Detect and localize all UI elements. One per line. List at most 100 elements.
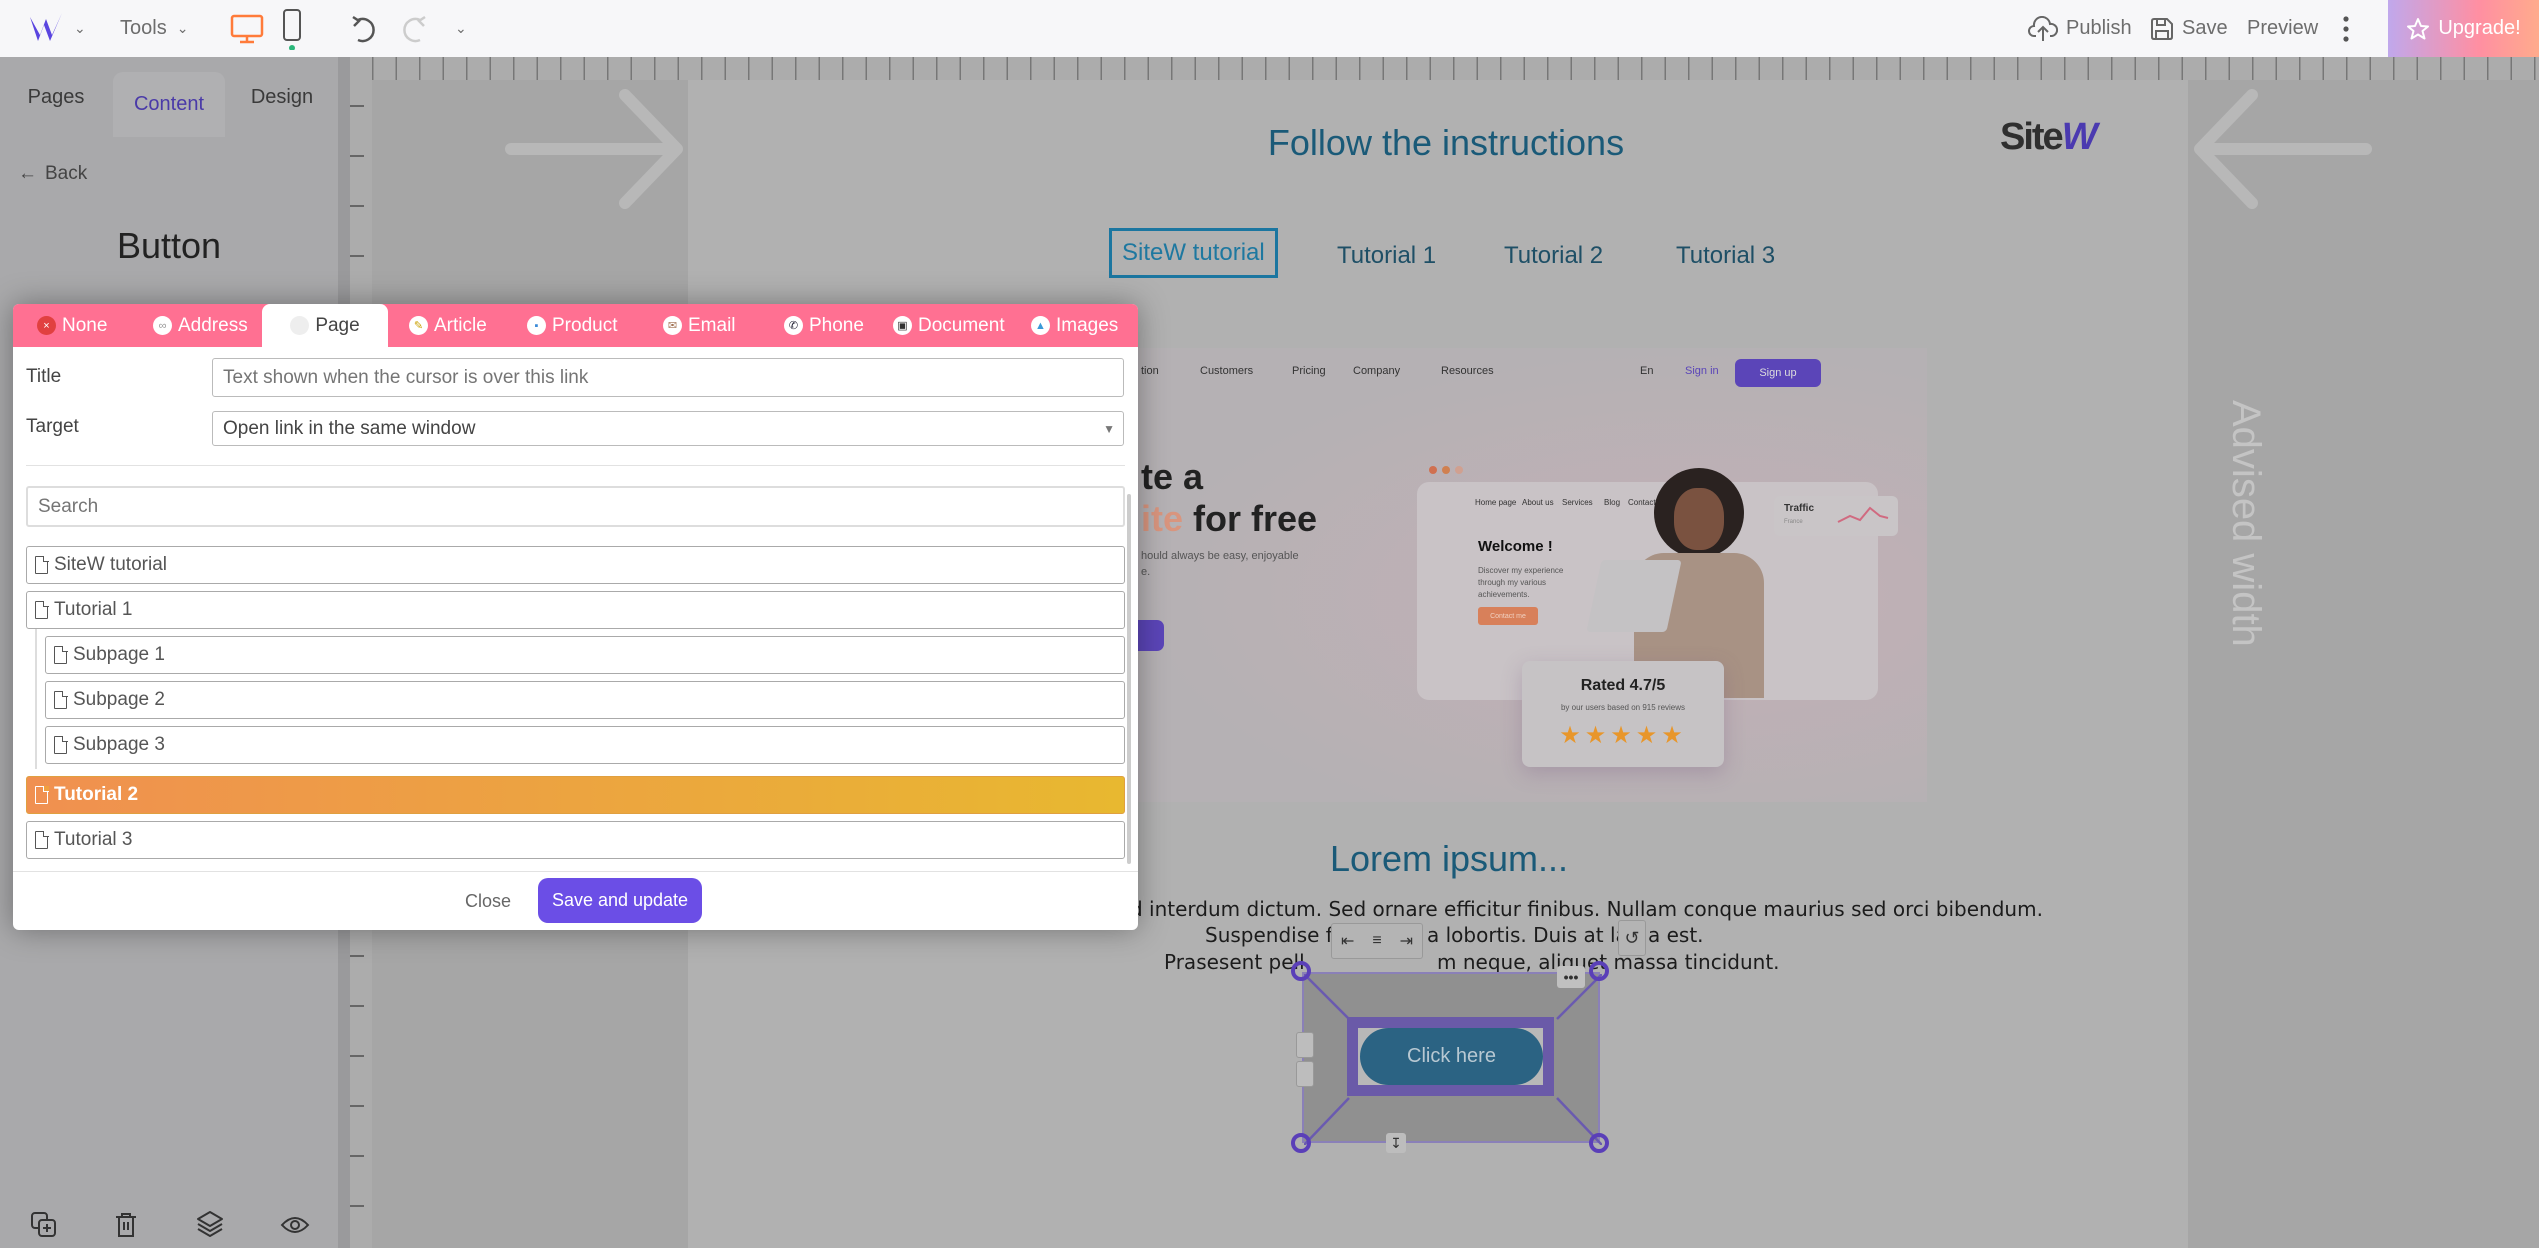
nav-link-sitew-tutorial[interactable]: SiteW tutorial xyxy=(1109,228,1278,278)
chevron-down-icon: ⌄ xyxy=(74,20,86,36)
image-sign-up: Sign up xyxy=(1735,359,1821,387)
click-here-button[interactable]: Click here xyxy=(1360,1028,1543,1085)
tab-label: Design xyxy=(250,85,314,108)
tab-label: Images xyxy=(1056,314,1119,336)
image-mock-nav: About us xyxy=(1522,498,1554,507)
tab-images[interactable]: ▲ Images xyxy=(1031,304,1118,347)
page-heading[interactable]: Follow the instructions xyxy=(1146,122,1746,164)
resize-handle-bottom-right[interactable] xyxy=(1589,1133,1609,1153)
list-scrollbar[interactable] xyxy=(1127,494,1131,864)
top-toolbar: ⌄ Tools ⌄ ⌄ Publish Save Preview Upgrade… xyxy=(0,0,2539,57)
page-item-tutorial-2[interactable]: Tutorial 2 xyxy=(26,776,1125,814)
arrow-left-icon: ← xyxy=(18,163,37,184)
save-button[interactable]: Save xyxy=(2150,0,2228,57)
target-select[interactable]: Open link in the same window ▼ xyxy=(212,411,1124,446)
star-outline-icon xyxy=(2407,17,2430,39)
nav-link-tutorial-3[interactable]: Tutorial 3 xyxy=(1666,234,1785,278)
tab-phone[interactable]: ✆ Phone xyxy=(784,304,864,347)
publish-button[interactable]: Publish xyxy=(2028,0,2132,57)
drag-handle-icon[interactable] xyxy=(1296,1032,1314,1058)
tab-label: Address xyxy=(178,314,248,336)
back-link[interactable]: ← Back xyxy=(18,163,87,185)
rating-stars-icon: ★★★★★ xyxy=(1559,722,1687,749)
close-button[interactable]: Close xyxy=(465,891,511,912)
resize-handle-top-right[interactable] xyxy=(1589,961,1609,981)
tab-content[interactable]: Content xyxy=(113,72,225,137)
image-nav-item: Customers xyxy=(1200,365,1254,377)
page-label: Subpage 3 xyxy=(73,734,165,755)
paragraph-line[interactable]: Prasesent pell xyxy=(1164,950,1305,974)
tab-product[interactable]: ▪ Product xyxy=(527,304,617,347)
align-left-icon[interactable]: ⇤ xyxy=(1341,931,1354,951)
page-item-sitew-tutorial[interactable]: SiteW tutorial xyxy=(26,546,1125,584)
page-item-subpage-2[interactable]: Subpage 2 xyxy=(45,681,1125,719)
align-right-icon[interactable]: ⇥ xyxy=(1400,931,1413,951)
layers-button[interactable] xyxy=(196,1210,224,1245)
cart-icon: ▪ xyxy=(527,316,546,335)
page-icon xyxy=(290,316,310,335)
page-search-input[interactable] xyxy=(26,486,1125,527)
tab-none[interactable]: × None xyxy=(37,304,107,347)
section-title[interactable]: Lorem ipsum... xyxy=(1249,838,1649,880)
tab-document[interactable]: ▣ Document xyxy=(893,304,1005,347)
tab-pages[interactable]: Pages xyxy=(0,57,112,137)
tab-address[interactable]: ∞ Address xyxy=(153,304,248,347)
arrow-right-icon xyxy=(505,89,683,209)
paragraph-line[interactable]: Suspendise f xyxy=(1205,923,1333,947)
paragraph-line[interactable]: a lobortis. Duis at lac xyxy=(1427,923,1639,947)
page-label: SiteW tutorial xyxy=(54,554,167,575)
image-rated-sub: by our users based on 915 reviews xyxy=(1560,703,1686,712)
sitew-logo-menu[interactable]: ⌄ xyxy=(28,0,86,57)
nav-link-tutorial-1[interactable]: Tutorial 1 xyxy=(1327,234,1446,278)
paragraph-line[interactable]: d interdum dictum. Sed ornare efficitur … xyxy=(1130,897,2043,921)
page-item-tutorial-1[interactable]: Tutorial 1 xyxy=(26,591,1125,629)
tab-email[interactable]: ✉ Email xyxy=(663,304,736,347)
element-options-button[interactable]: ••• xyxy=(1557,966,1585,988)
link-dialog: × None ∞ Address Page ✎ Article ▪ Product ✉ E… xyxy=(13,304,1138,930)
tab-design[interactable]: Design xyxy=(226,57,338,137)
mobile-view-button[interactable] xyxy=(282,0,302,57)
image-traffic-label: Traffic xyxy=(1784,503,1815,514)
divider xyxy=(26,465,1125,466)
resize-handle-bottom-left[interactable] xyxy=(1291,1133,1311,1153)
tools-menu[interactable]: Tools ⌄ xyxy=(120,0,188,57)
redo-button[interactable] xyxy=(400,0,428,57)
tab-page[interactable]: Page xyxy=(262,304,388,347)
page-label: Subpage 1 xyxy=(73,644,165,665)
tab-article[interactable]: ✎ Article xyxy=(409,304,487,347)
image-nav-item: Pricing xyxy=(1292,365,1326,377)
delete-button[interactable] xyxy=(114,1211,138,1244)
more-options-button[interactable] xyxy=(2340,0,2352,57)
upgrade-button[interactable]: Upgrade! xyxy=(2388,0,2539,57)
page-item-subpage-1[interactable]: Subpage 1 xyxy=(45,636,1125,674)
page-label: Subpage 2 xyxy=(73,689,165,710)
title-label: Title xyxy=(26,366,62,387)
undo-button[interactable] xyxy=(350,0,378,57)
duplicate-button[interactable] xyxy=(30,1211,58,1244)
phone-icon: ✆ xyxy=(784,316,803,335)
rotate-button[interactable]: ↺ xyxy=(1618,920,1646,956)
image-mock-nav: Home page xyxy=(1475,498,1517,507)
more-horizontal-icon: ••• xyxy=(1563,969,1579,985)
visibility-button[interactable] xyxy=(280,1215,310,1240)
drag-handle-icon[interactable] xyxy=(1296,1061,1314,1087)
file-icon xyxy=(54,690,68,709)
nav-link-tutorial-2[interactable]: Tutorial 2 xyxy=(1494,234,1613,278)
tab-label: Product xyxy=(552,314,618,336)
spacing-handle[interactable]: ↧ xyxy=(1386,1133,1406,1153)
desktop-view-button[interactable] xyxy=(230,0,264,57)
align-center-icon[interactable]: ≡ xyxy=(1372,932,1381,950)
save-label: Save xyxy=(2182,17,2228,39)
image-sign-in: Sign in xyxy=(1685,365,1719,377)
advised-width-label: Advised width xyxy=(2224,400,2268,647)
resize-handle-top-left[interactable] xyxy=(1291,961,1311,981)
page-item-subpage-3[interactable]: Subpage 3 xyxy=(45,726,1125,764)
preview-button[interactable]: Preview xyxy=(2247,0,2318,57)
save-and-update-button[interactable]: Save and update xyxy=(538,878,702,923)
title-input[interactable] xyxy=(212,358,1124,397)
align-toolbar: ⇤ ≡ ⇥ xyxy=(1331,923,1423,959)
paragraph-line[interactable]: a est. xyxy=(1648,923,1704,947)
image-rating-card: Rated 4.7/5 by our users based on 915 re… xyxy=(1522,661,1724,767)
history-dropdown[interactable]: ⌄ xyxy=(455,0,467,57)
page-item-tutorial-3[interactable]: Tutorial 3 xyxy=(26,821,1125,859)
